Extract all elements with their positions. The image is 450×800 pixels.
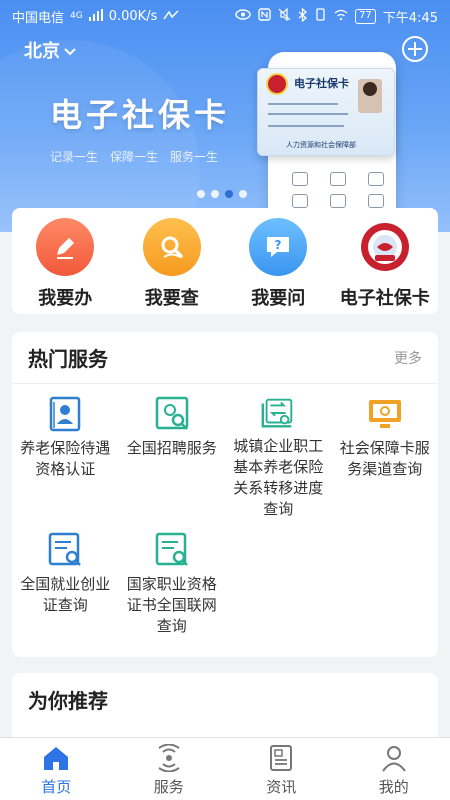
city-selector[interactable]: 北京 (24, 37, 76, 63)
network-speed: 0.00K/s (108, 8, 158, 24)
carrier-label: 中国电信 (12, 10, 65, 26)
carousel-dot[interactable] (211, 190, 219, 198)
service-label: 养老保险待遇资格认证 (20, 439, 111, 478)
social-security-card-icon (355, 218, 414, 276)
recommend-header: 为你推荐 (12, 673, 438, 725)
carousel-dot-active[interactable] (225, 190, 233, 198)
eye-icon (235, 9, 251, 23)
network-type: 4G (70, 11, 83, 21)
pension-certification-icon (50, 396, 81, 432)
signal-icon (88, 8, 103, 24)
card-footer: 人力资源和社会保障部 (286, 141, 356, 149)
bluetooth-icon (298, 7, 308, 25)
nav-label: 资讯 (266, 778, 297, 796)
quick-action-query[interactable]: 我要查 (119, 208, 226, 314)
quick-action-label: 我要办 (38, 288, 93, 309)
quick-action-ss-card[interactable]: 电子社保卡 (332, 208, 439, 314)
wifi-off-icon (334, 9, 348, 24)
service-label: 全国招聘服务 (126, 439, 217, 457)
mute-icon (278, 7, 291, 24)
home-icon (44, 747, 69, 770)
service-recruitment[interactable]: 全国招聘服务 (119, 384, 226, 520)
nav-item-service[interactable]: 服务 (113, 738, 226, 800)
phone-app-icons (286, 172, 390, 208)
svg-text:?: ? (275, 238, 282, 252)
banner-tag: 记录一生 (50, 150, 99, 164)
bottom-nav: 首页 服务 资讯 我的 (0, 737, 450, 800)
profile-icon (381, 746, 406, 772)
service-label: 国家职业资格证书全国联网查询 (126, 575, 217, 635)
quick-action-ask[interactable]: ? 我要问 (225, 208, 332, 314)
quick-actions: 我要办 我要查 ? 我要问 电子社保卡 (12, 208, 438, 314)
plus-circle-icon[interactable] (402, 36, 428, 62)
banner-tag: 保障一生 (110, 150, 159, 164)
banner-title: 电子社保卡 (50, 96, 231, 134)
carousel-indicator (197, 190, 247, 198)
service-employment-certificate[interactable]: 全国就业创业证查询 (12, 520, 119, 656)
recommend-title: 为你推荐 (28, 688, 108, 713)
quick-action-label: 我要查 (144, 288, 199, 309)
service-card-channel[interactable]: 社会保障卡服务渠道查询 (332, 384, 439, 520)
service-label: 城镇企业职工基本养老保险关系转移进度查询 (233, 437, 324, 518)
service-pension-transfer[interactable]: 城镇企业职工基本养老保险关系转移进度查询 (225, 384, 332, 520)
nav-item-news[interactable]: 资讯 (225, 738, 338, 800)
city-label: 北京 (24, 41, 60, 62)
hero-banner[interactable]: 中国电信 4G 0.00K/s 77 下午4:45 北京 电子社保卡 记录一生 … (0, 0, 450, 232)
nav-label: 我的 (378, 778, 409, 796)
nav-label: 首页 (41, 778, 72, 796)
pen-icon (36, 218, 95, 276)
qualification-certificate-icon (155, 532, 188, 566)
banner-tag: 服务一生 (170, 150, 219, 164)
clock: 下午4:45 (382, 10, 438, 26)
card-channel-monitor-icon (368, 400, 401, 428)
carousel-dot[interactable] (239, 190, 247, 198)
quick-action-label: 电子社保卡 (339, 288, 430, 309)
service-qualification-certificate[interactable]: 国家职业资格证书全国联网查询 (119, 520, 226, 656)
service-signal-icon (158, 744, 180, 772)
hot-services-header: 热门服务 更多 (12, 332, 438, 384)
nav-item-profile[interactable]: 我的 (338, 738, 450, 800)
hot-services-panel: 热门服务 更多 养老保险待遇资格认证 全国招聘服务 城镇企业职工基本养老保险关系… (12, 332, 438, 657)
more-link[interactable]: 更多 (394, 348, 422, 368)
hot-services-grid: 养老保险待遇资格认证 全国招聘服务 城镇企业职工基本养老保险关系转移进度查询 社… (12, 384, 438, 656)
pension-transfer-icon (261, 398, 293, 428)
banner-tags: 记录一生 保障一生 服务一生 (50, 148, 218, 165)
app-notification-icon (163, 9, 179, 24)
recruitment-search-icon (155, 396, 188, 430)
battery-indicator: 77 (355, 8, 376, 24)
service-label: 全国就业创业证查询 (20, 575, 111, 614)
news-icon (270, 745, 293, 771)
card-photo (358, 79, 382, 113)
service-label: 社会保障卡服务渠道查询 (339, 439, 430, 478)
employment-certificate-icon (49, 532, 82, 566)
emblem-icon (266, 73, 288, 95)
carousel-dot[interactable] (197, 190, 205, 198)
nav-item-home[interactable]: 首页 (0, 738, 113, 800)
chevron-down-icon (64, 40, 76, 61)
quick-action-handle[interactable]: 我要办 (12, 208, 119, 314)
status-bar: 中国电信 4G 0.00K/s 77 下午4:45 (0, 0, 450, 32)
social-security-card-illustration: 电子社保卡 人力资源和社会保障部 (257, 68, 395, 156)
quick-action-label: 我要问 (251, 288, 306, 309)
magnifier-icon (142, 218, 201, 276)
nav-label: 服务 (153, 778, 184, 796)
card-title: 电子社保卡 (294, 77, 349, 90)
vibrate-icon (314, 8, 327, 24)
service-pension-certification[interactable]: 养老保险待遇资格认证 (12, 384, 119, 520)
nfc-icon (258, 8, 271, 24)
hot-services-title: 热门服务 (28, 347, 108, 371)
question-bubble-icon: ? (249, 218, 308, 276)
